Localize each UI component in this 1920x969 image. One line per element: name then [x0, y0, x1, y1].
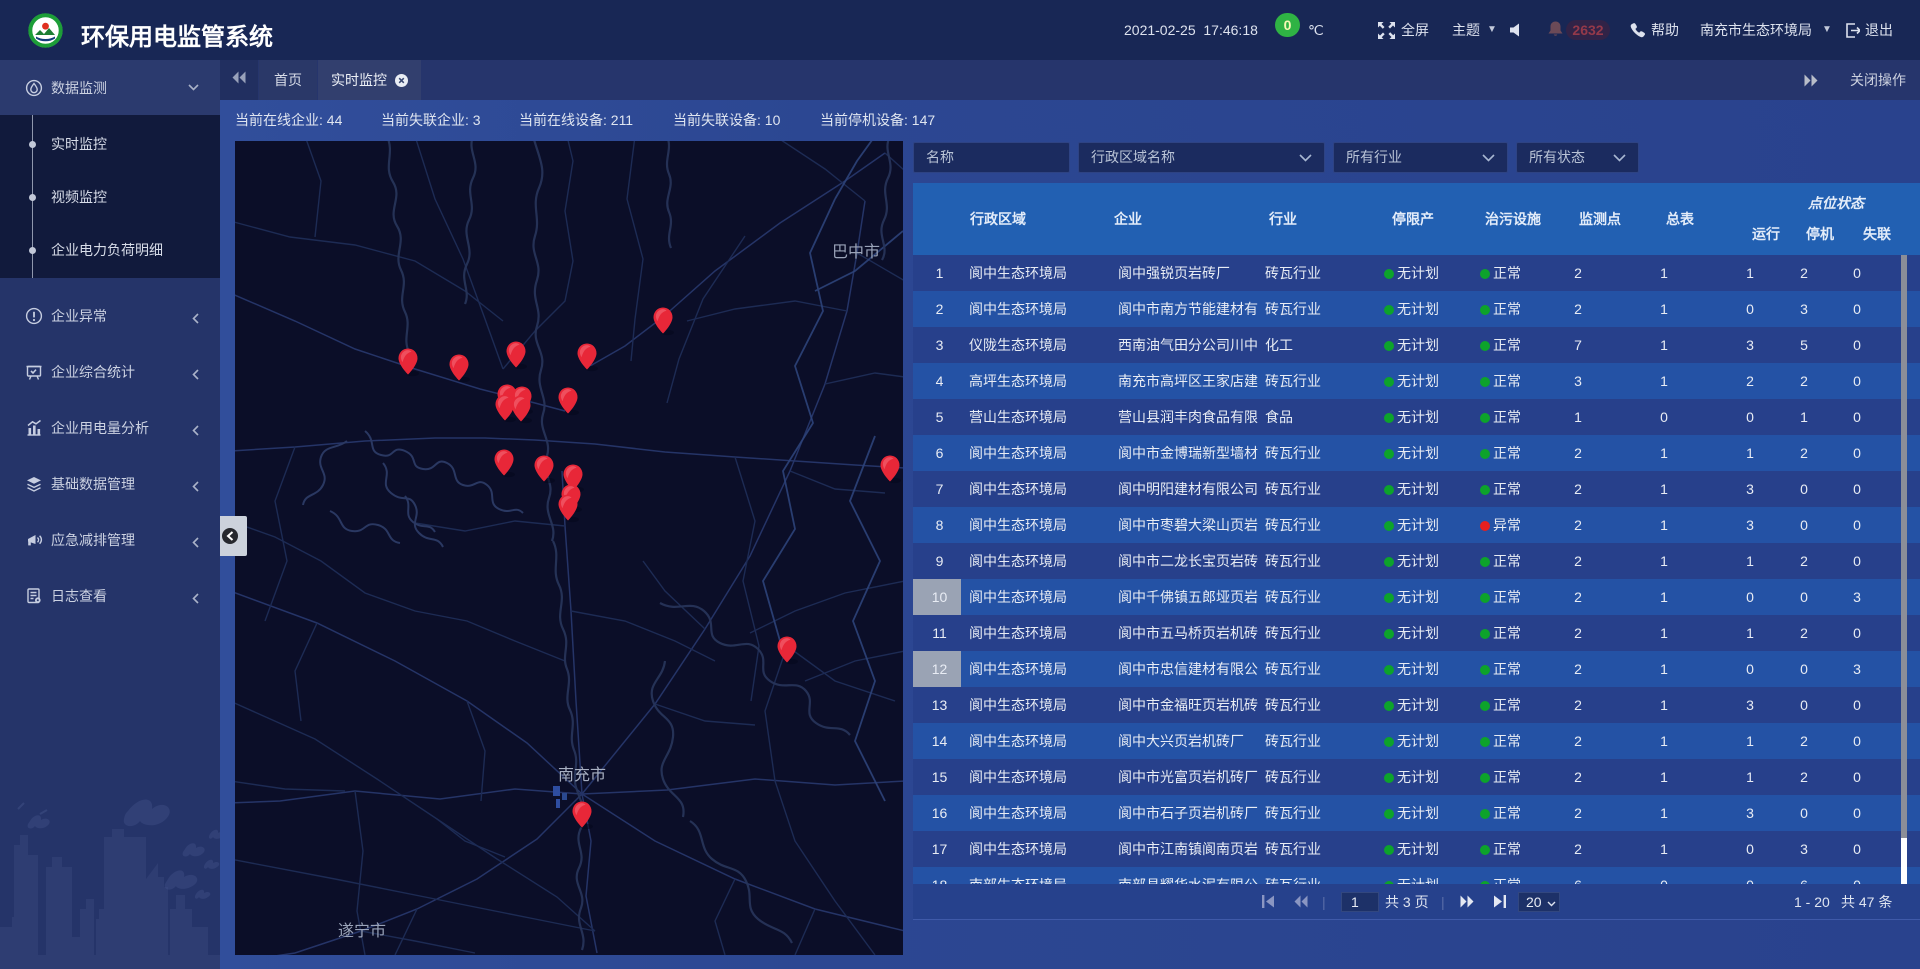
svg-text:南充市: 南充市	[558, 766, 606, 784]
svg-text:巴中市: 巴中市	[832, 243, 880, 261]
svg-text:遂宁市: 遂宁市	[338, 922, 386, 940]
